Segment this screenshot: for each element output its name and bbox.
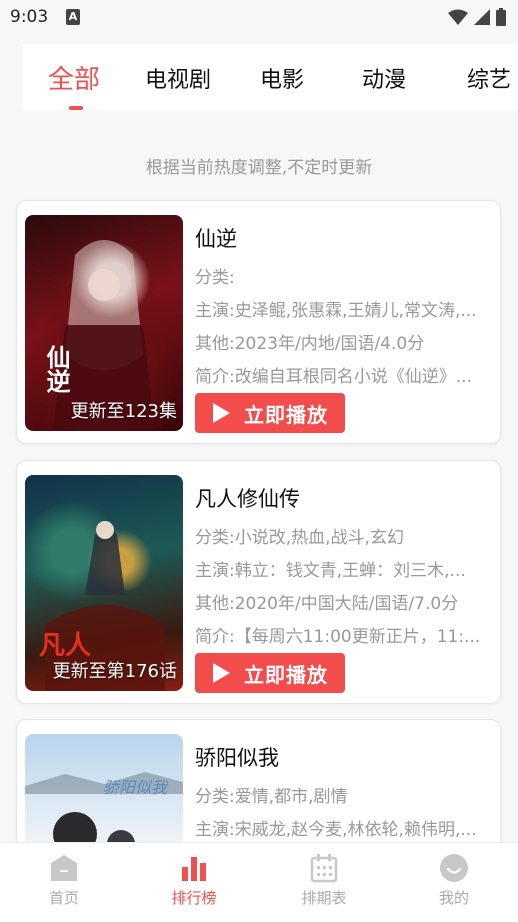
episode-caption: 更新至第176话 (52, 661, 177, 682)
bar-chart-icon (182, 857, 206, 881)
smiley-icon (440, 854, 468, 882)
nav-home[interactable]: 首页 (24, 853, 104, 908)
list-item[interactable]: 凡人 更新至第176话 凡人修仙传 分类:小说改,热血,战斗,玄幻 主演:韩立：… (16, 460, 501, 704)
cast-text: 主演:韩立：钱文青,王蝉：刘三木,... (195, 561, 466, 581)
intro-text: 简介:改编自耳根同名小说《仙逆》... (195, 367, 472, 387)
cast-text: 主演:宋威龙,赵今麦,林依轮,赖伟明,... (195, 820, 477, 840)
play-button[interactable]: 立即播放 (195, 393, 345, 433)
status-time: 9:03 (10, 7, 49, 27)
status-bar: 9:03 A (0, 0, 518, 36)
list-item[interactable]: 仙逆 更新至123集 仙逆 分类: 主演:史泽鲲,张惠霖,王婧儿,常文涛,...… (16, 200, 501, 444)
cast-text: 主演:史泽鲲,张惠霖,王婧儿,常文涛,... (195, 301, 477, 321)
nav-profile[interactable]: 我的 (414, 853, 494, 908)
play-button-label: 立即播放 (244, 664, 328, 687)
play-button-label: 立即播放 (244, 404, 328, 427)
drama-title[interactable]: 仙逆 (195, 223, 237, 253)
play-button[interactable]: 立即播放 (195, 653, 345, 693)
signal-icon (474, 9, 490, 25)
play-icon (213, 403, 230, 423)
other-info-text: 其他:2023年/内地/国语/4.0分 (195, 334, 425, 354)
tab-movies[interactable]: 电影 (260, 62, 304, 94)
battery-icon (496, 8, 506, 26)
nav-ranking[interactable]: 排行榜 (154, 853, 234, 908)
wifi-icon (448, 9, 468, 25)
category-text: 分类: (195, 268, 235, 288)
status-icons (448, 8, 506, 26)
poster-image[interactable]: 凡人 更新至第176话 (25, 475, 183, 691)
episode-caption: 更新至123集 (70, 401, 177, 422)
ranking-subtitle: 根据当前热度调整,不定时更新 (145, 158, 373, 178)
intro-text: 简介:【每周六11:00更新正片，11:... (195, 627, 481, 647)
category-text: 分类:小说改,热血,战斗,玄幻 (195, 528, 404, 548)
nav-profile-label: 我的 (438, 889, 469, 907)
nav-home-label: 首页 (48, 889, 79, 907)
poster-calligraphy: 仙逆 (42, 345, 71, 393)
nav-ranking-label: 排行榜 (171, 889, 217, 907)
tab-variety[interactable]: 综艺 (467, 62, 511, 94)
category-text: 分类:爱情,都市,剧情 (195, 787, 348, 807)
drama-title[interactable]: 骄阳似我 (195, 742, 279, 772)
play-icon (213, 663, 230, 683)
nav-schedule[interactable]: 排期表 (284, 853, 364, 908)
other-info-text: 其他:2020年/中国大陆/国语/7.0分 (195, 594, 459, 614)
tab-anime[interactable]: 动漫 (362, 62, 406, 94)
active-tab-indicator (69, 106, 83, 110)
poster-image[interactable]: 仙逆 更新至123集 (25, 215, 183, 431)
nav-schedule-label: 排期表 (301, 889, 347, 907)
calendar-icon (310, 854, 338, 883)
tab-tv-series[interactable]: 电视剧 (145, 62, 211, 94)
poster-calligraphy: 骄阳似我 (103, 778, 168, 797)
tab-all[interactable]: 全部 (48, 59, 100, 96)
notification-a-icon: A (66, 9, 80, 25)
home-icon (51, 855, 77, 881)
category-tabs: 全部 电视剧 电影 动漫 综艺 (22, 44, 518, 110)
bottom-navigation: 首页 排行榜 排期表 我的 (0, 842, 518, 922)
drama-title[interactable]: 凡人修仙传 (195, 483, 300, 513)
